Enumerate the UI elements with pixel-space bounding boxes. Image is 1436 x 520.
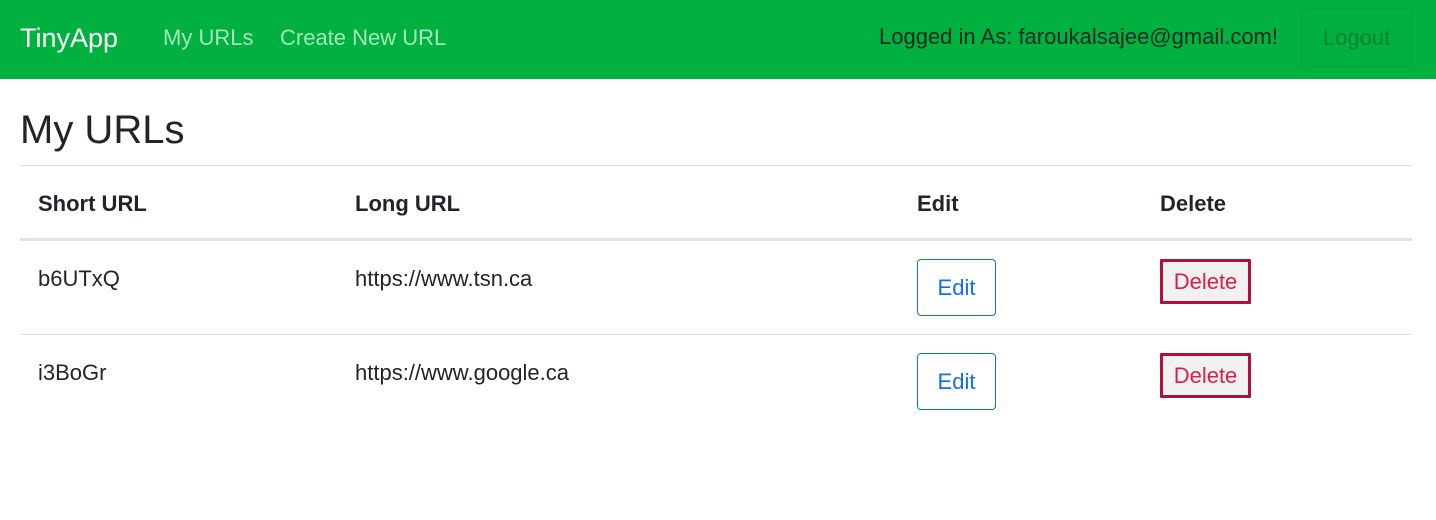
header-long-url: Long URL bbox=[355, 191, 461, 216]
header-edit: Edit bbox=[917, 191, 959, 216]
short-url-cell: b6UTxQ bbox=[38, 266, 120, 291]
title-divider bbox=[20, 165, 1412, 166]
header-divider bbox=[20, 238, 1412, 241]
delete-button[interactable]: Delete bbox=[1160, 353, 1251, 398]
long-url-cell: https://www.tsn.ca bbox=[355, 266, 533, 291]
navbar: TinyApp My URLs Create New URL Logged in… bbox=[0, 0, 1436, 79]
header-delete: Delete bbox=[1160, 191, 1227, 216]
edit-button[interactable]: Edit bbox=[917, 353, 996, 410]
edit-button[interactable]: Edit bbox=[917, 259, 996, 316]
header-short-url: Short URL bbox=[38, 191, 147, 216]
delete-button[interactable]: Delete bbox=[1160, 259, 1251, 304]
short-url-cell: i3BoGr bbox=[38, 360, 107, 385]
brand-link[interactable]: TinyApp bbox=[20, 22, 118, 54]
nav-link-my-urls[interactable]: My URLs bbox=[163, 25, 253, 51]
logout-button[interactable]: Logout bbox=[1301, 9, 1412, 67]
login-status: Logged in As: faroukalsajee@gmail.com! bbox=[879, 24, 1278, 49]
row-divider bbox=[20, 334, 1412, 335]
nav-link-create-new-url[interactable]: Create New URL bbox=[280, 25, 446, 51]
page-title: My URLs bbox=[20, 108, 185, 152]
long-url-cell: https://www.google.ca bbox=[355, 360, 570, 385]
